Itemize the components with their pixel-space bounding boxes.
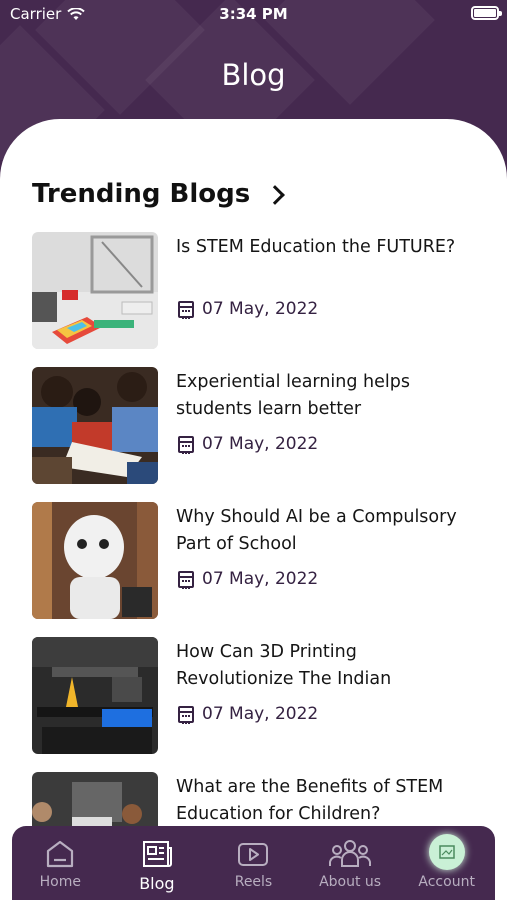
calendar-icon	[178, 570, 194, 589]
blog-date-text: 07 May, 2022	[202, 704, 319, 724]
calendar-icon	[178, 300, 194, 319]
clock: 3:34 PM	[219, 5, 288, 23]
tab-account[interactable]: Account	[398, 826, 495, 900]
chevron-right-icon[interactable]	[265, 185, 286, 205]
tab-label: Blog	[139, 874, 175, 893]
newspaper-icon	[142, 841, 172, 867]
tab-home[interactable]: Home	[12, 826, 109, 900]
tab-label: Reels	[234, 874, 273, 890]
blog-thumbnail	[32, 232, 158, 349]
blog-date: 07 May, 2022	[178, 704, 318, 724]
tab-bar: Home Blog Reels About us Account	[12, 826, 495, 900]
battery-icon	[471, 6, 502, 20]
tab-label: Home	[39, 874, 81, 890]
section-title: Trending Blogs	[32, 179, 251, 209]
blog-thumbnail	[32, 367, 158, 484]
page-title: Blog	[221, 58, 286, 92]
blog-date-text: 07 May, 2022	[202, 434, 319, 454]
account-icon	[428, 834, 465, 870]
blog-title: Why Should AI be a Compulsory Part of Sc…	[176, 507, 457, 554]
blog-item[interactable]: How Can 3D Printing Revolutionize The In…	[32, 637, 492, 754]
blog-item[interactable]: Is STEM Education the FUTURE? 07 May, 20…	[32, 232, 492, 349]
tab-blog[interactable]: Blog	[109, 826, 206, 900]
content-card: Trending Blogs Is STEM Education the FUT…	[0, 119, 507, 900]
blog-date: 07 May, 2022	[178, 569, 318, 589]
blog-thumbnail	[32, 637, 158, 754]
home-icon	[47, 840, 74, 868]
blog-title: Experiential learning helps students lea…	[176, 372, 410, 419]
tab-about-us[interactable]: About us	[302, 826, 399, 900]
calendar-icon	[178, 435, 194, 454]
trending-blogs-header[interactable]: Trending Blogs	[32, 179, 286, 209]
blog-date: 07 May, 2022	[178, 299, 318, 319]
play-icon	[238, 843, 269, 866]
blog-title: How Can 3D Printing Revolutionize The In…	[176, 642, 392, 689]
tab-label: Account	[418, 874, 475, 890]
tab-label: About us	[319, 874, 382, 890]
status-bar: Carrier 3:34 PM	[0, 0, 507, 28]
blog-date-text: 07 May, 2022	[202, 569, 319, 589]
blog-thumbnail	[32, 502, 158, 619]
blog-title: What are the Benefits of STEM Education …	[176, 777, 444, 824]
blog-item[interactable]: Experiential learning helps students lea…	[32, 367, 492, 484]
tab-reels[interactable]: Reels	[205, 826, 302, 900]
group-icon	[329, 840, 372, 867]
calendar-icon	[178, 705, 194, 724]
blog-date-text: 07 May, 2022	[202, 299, 319, 319]
blog-date: 07 May, 2022	[178, 434, 318, 454]
blog-title: Is STEM Education the FUTURE?	[176, 237, 456, 257]
blog-item[interactable]: Why Should AI be a Compulsory Part of Sc…	[32, 502, 492, 619]
